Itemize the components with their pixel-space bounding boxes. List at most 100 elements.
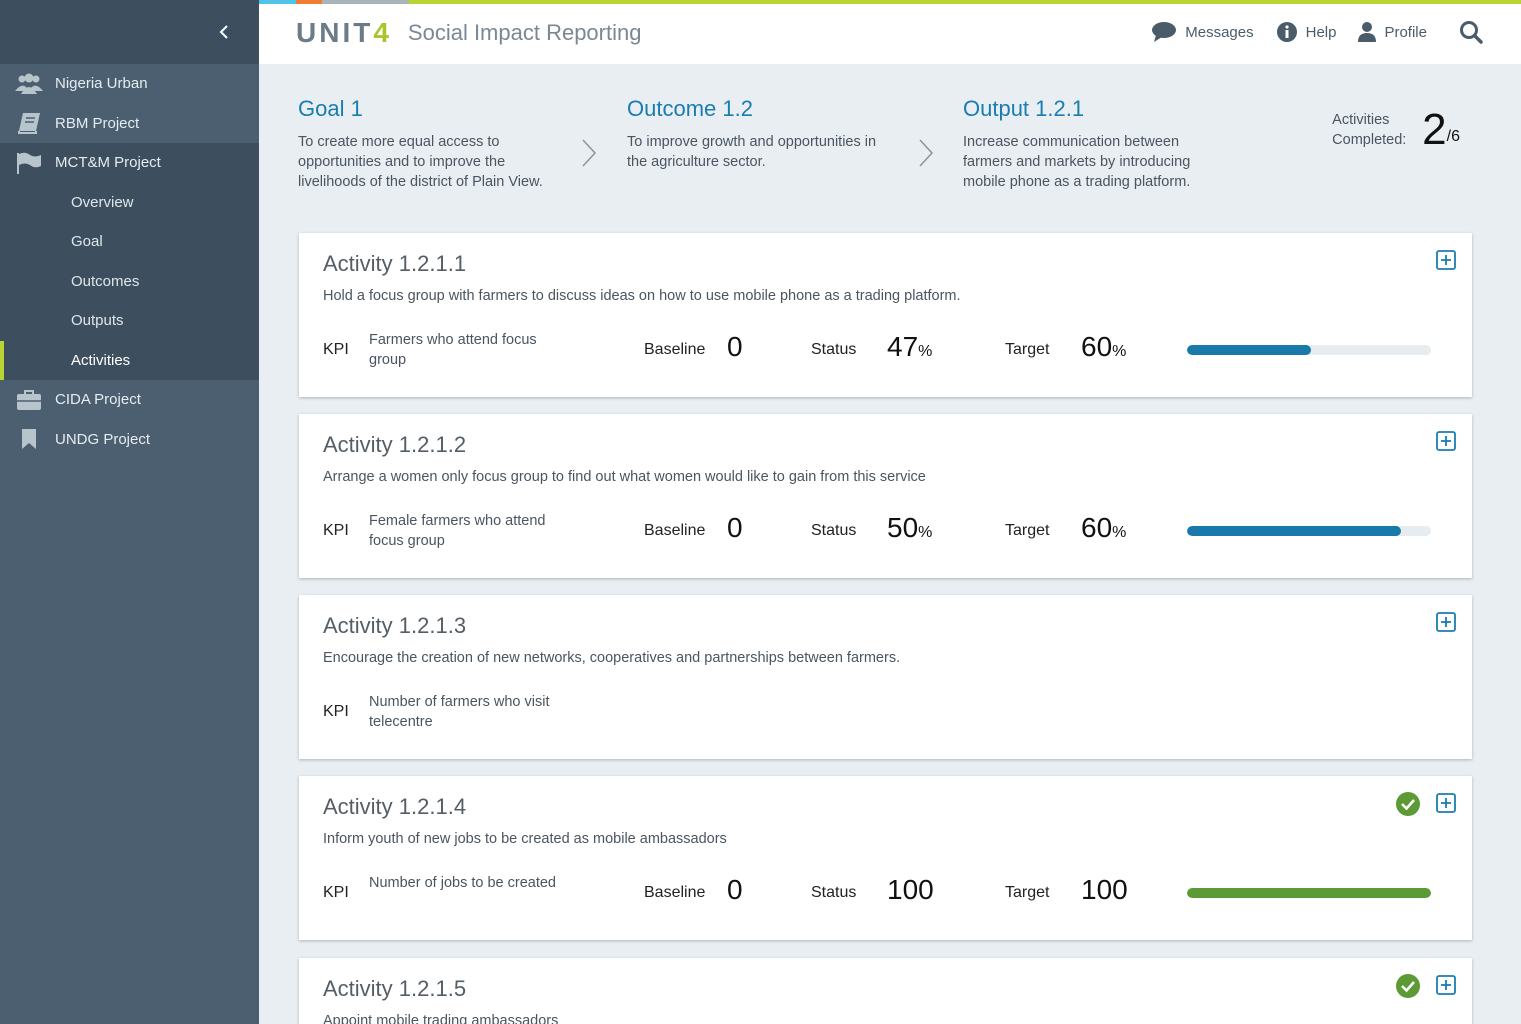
briefcase-icon	[15, 388, 43, 412]
output-title[interactable]: Output 1.2.1	[963, 96, 1223, 122]
sidebar-subitem-overview[interactable]: Overview	[0, 183, 259, 223]
check-circle-icon	[1396, 974, 1420, 998]
sidebar-header	[0, 0, 259, 64]
status-value: 50%	[887, 512, 933, 543]
check-circle-icon	[1396, 792, 1420, 816]
bookmark-icon	[15, 427, 43, 451]
goal-title[interactable]: Goal 1	[298, 96, 568, 122]
expand-icon[interactable]	[1436, 612, 1456, 632]
sidebar: Nigeria Urban RBM Project MCT&M Project …	[0, 0, 259, 1024]
logo-wordmark: UNIT4	[296, 17, 392, 48]
baseline-value: 0	[727, 331, 743, 362]
sidebar-subitem-outcomes[interactable]: Outcomes	[0, 262, 259, 302]
target-label: Target	[1005, 884, 1050, 901]
baseline-label: Baseline	[644, 341, 706, 358]
baseline-value: 0	[727, 512, 743, 543]
messages-label: Messages	[1185, 23, 1254, 41]
help-label: Help	[1305, 23, 1337, 41]
sidebar-subnav: Overview Goal Outcomes Outputs Activitie…	[0, 182, 259, 381]
kpi-text: Farmers who attend focus group	[369, 332, 537, 368]
sidebar-subitem-outputs[interactable]: Outputs	[0, 301, 259, 341]
sidebar-nav: Nigeria Urban RBM Project MCT&M Project	[0, 64, 259, 183]
chevron-right-icon	[919, 139, 934, 167]
completed-total: /6	[1446, 128, 1460, 145]
status-value: 100	[887, 874, 934, 905]
activity-card: Activity 1.2.1.1 Hold a focus group with…	[299, 233, 1472, 397]
completed-count: 2	[1422, 105, 1447, 154]
activity-description: Inform youth of new jobs to be created a…	[323, 831, 727, 847]
goal-summary: Goal 1 To create more equal access to op…	[298, 96, 568, 192]
status-label: Status	[811, 884, 857, 901]
target-value: 60%	[1081, 331, 1127, 362]
top-header: UNIT4 Social Impact Reporting Messages H…	[259, 0, 1521, 64]
sidebar-subitem-goal[interactable]: Goal	[0, 222, 259, 262]
sidebar-item-nigeria-urban[interactable]: Nigeria Urban	[0, 64, 259, 104]
sidebar-item-label: UNDG Project	[55, 430, 151, 448]
target-value: 100	[1081, 874, 1128, 905]
profile-label: Profile	[1384, 23, 1427, 41]
activity-title: Activity 1.2.1.3	[323, 613, 467, 638]
help-button[interactable]: Help	[1276, 21, 1337, 43]
progress-fill	[1187, 345, 1312, 355]
sidebar-item-undg-project[interactable]: UNDG Project	[0, 420, 259, 460]
expand-icon[interactable]	[1436, 975, 1456, 995]
sidebar-item-label: CIDA Project	[55, 391, 141, 409]
app-logo[interactable]: UNIT4 Social Impact Reporting	[296, 17, 642, 48]
chevron-left-icon[interactable]	[214, 22, 234, 42]
kpi-text: Female farmers who attend focus group	[369, 513, 546, 549]
sidebar-item-rbm-project[interactable]: RBM Project	[0, 104, 259, 144]
progress-bar	[1187, 526, 1431, 536]
activity-title: Activity 1.2.1.4	[323, 794, 467, 819]
completed-label: Activities Completed:	[1332, 112, 1407, 148]
sidebar-item-label: Nigeria Urban	[55, 75, 148, 93]
expand-icon[interactable]	[1436, 431, 1456, 451]
progress-bar	[1187, 345, 1431, 355]
output-text: Increase communication between farmers a…	[963, 134, 1191, 190]
kpi-text: Number of jobs to be created	[369, 875, 556, 891]
activity-card: Activity 1.2.1.5 Appoint mobile trading …	[299, 958, 1472, 1024]
sidebar-item-label: MCT&M Project	[55, 154, 161, 172]
info-icon	[1276, 22, 1297, 42]
output-summary: Output 1.2.1 Increase communication betw…	[963, 96, 1223, 192]
expand-icon[interactable]	[1436, 250, 1456, 270]
status-label: Status	[811, 522, 857, 539]
activity-description: Hold a focus group with farmers to discu…	[323, 288, 961, 304]
expand-icon[interactable]	[1436, 793, 1456, 813]
chat-bubble-icon	[1152, 22, 1177, 42]
kpi-label: KPI	[323, 341, 349, 358]
app-title: Social Impact Reporting	[407, 20, 642, 45]
header-actions: Messages Help Profile	[1151, 0, 1521, 64]
progress-fill	[1187, 888, 1431, 898]
flag-icon	[15, 151, 43, 175]
target-label: Target	[1005, 522, 1050, 539]
target-value: 60%	[1081, 512, 1127, 543]
user-icon	[1358, 22, 1377, 42]
goal-text: To create more equal access to opportuni…	[298, 134, 543, 190]
activity-title: Activity 1.2.1.5	[323, 976, 467, 1001]
search-icon[interactable]	[1459, 20, 1483, 44]
results-chain-summary: Goal 1 To create more equal access to op…	[298, 96, 1478, 196]
chevron-right-icon	[582, 139, 597, 167]
status-value: 47%	[887, 331, 933, 362]
baseline-label: Baseline	[644, 884, 706, 901]
activity-card: Activity 1.2.1.2 Arrange a women only fo…	[299, 414, 1472, 578]
baseline-label: Baseline	[644, 522, 706, 539]
activity-card: Activity 1.2.1.4 Inform youth of new job…	[299, 776, 1472, 940]
profile-button[interactable]: Profile	[1358, 21, 1427, 43]
kpi-label: KPI	[323, 522, 349, 539]
kpi-text: Number of farmers who visit telecentre	[369, 694, 550, 730]
activity-title: Activity 1.2.1.2	[323, 432, 467, 457]
activity-title: Activity 1.2.1.1	[323, 251, 467, 276]
progress-bar	[1187, 888, 1431, 898]
progress-fill	[1187, 526, 1401, 536]
messages-button[interactable]: Messages	[1151, 21, 1254, 43]
target-label: Target	[1005, 341, 1050, 358]
sidebar-item-mctm-project[interactable]: MCT&M Project	[0, 143, 259, 183]
activity-description: Arrange a women only focus group to find…	[323, 469, 926, 485]
outcome-title[interactable]: Outcome 1.2	[627, 96, 897, 122]
kpi-label: KPI	[323, 703, 349, 720]
sidebar-nav-lower: CIDA Project UNDG Project	[0, 380, 259, 459]
sidebar-item-cida-project[interactable]: CIDA Project	[0, 380, 259, 420]
sidebar-subitem-activities[interactable]: Activities	[0, 340, 259, 381]
activity-description: Encourage the creation of new networks, …	[323, 650, 901, 666]
